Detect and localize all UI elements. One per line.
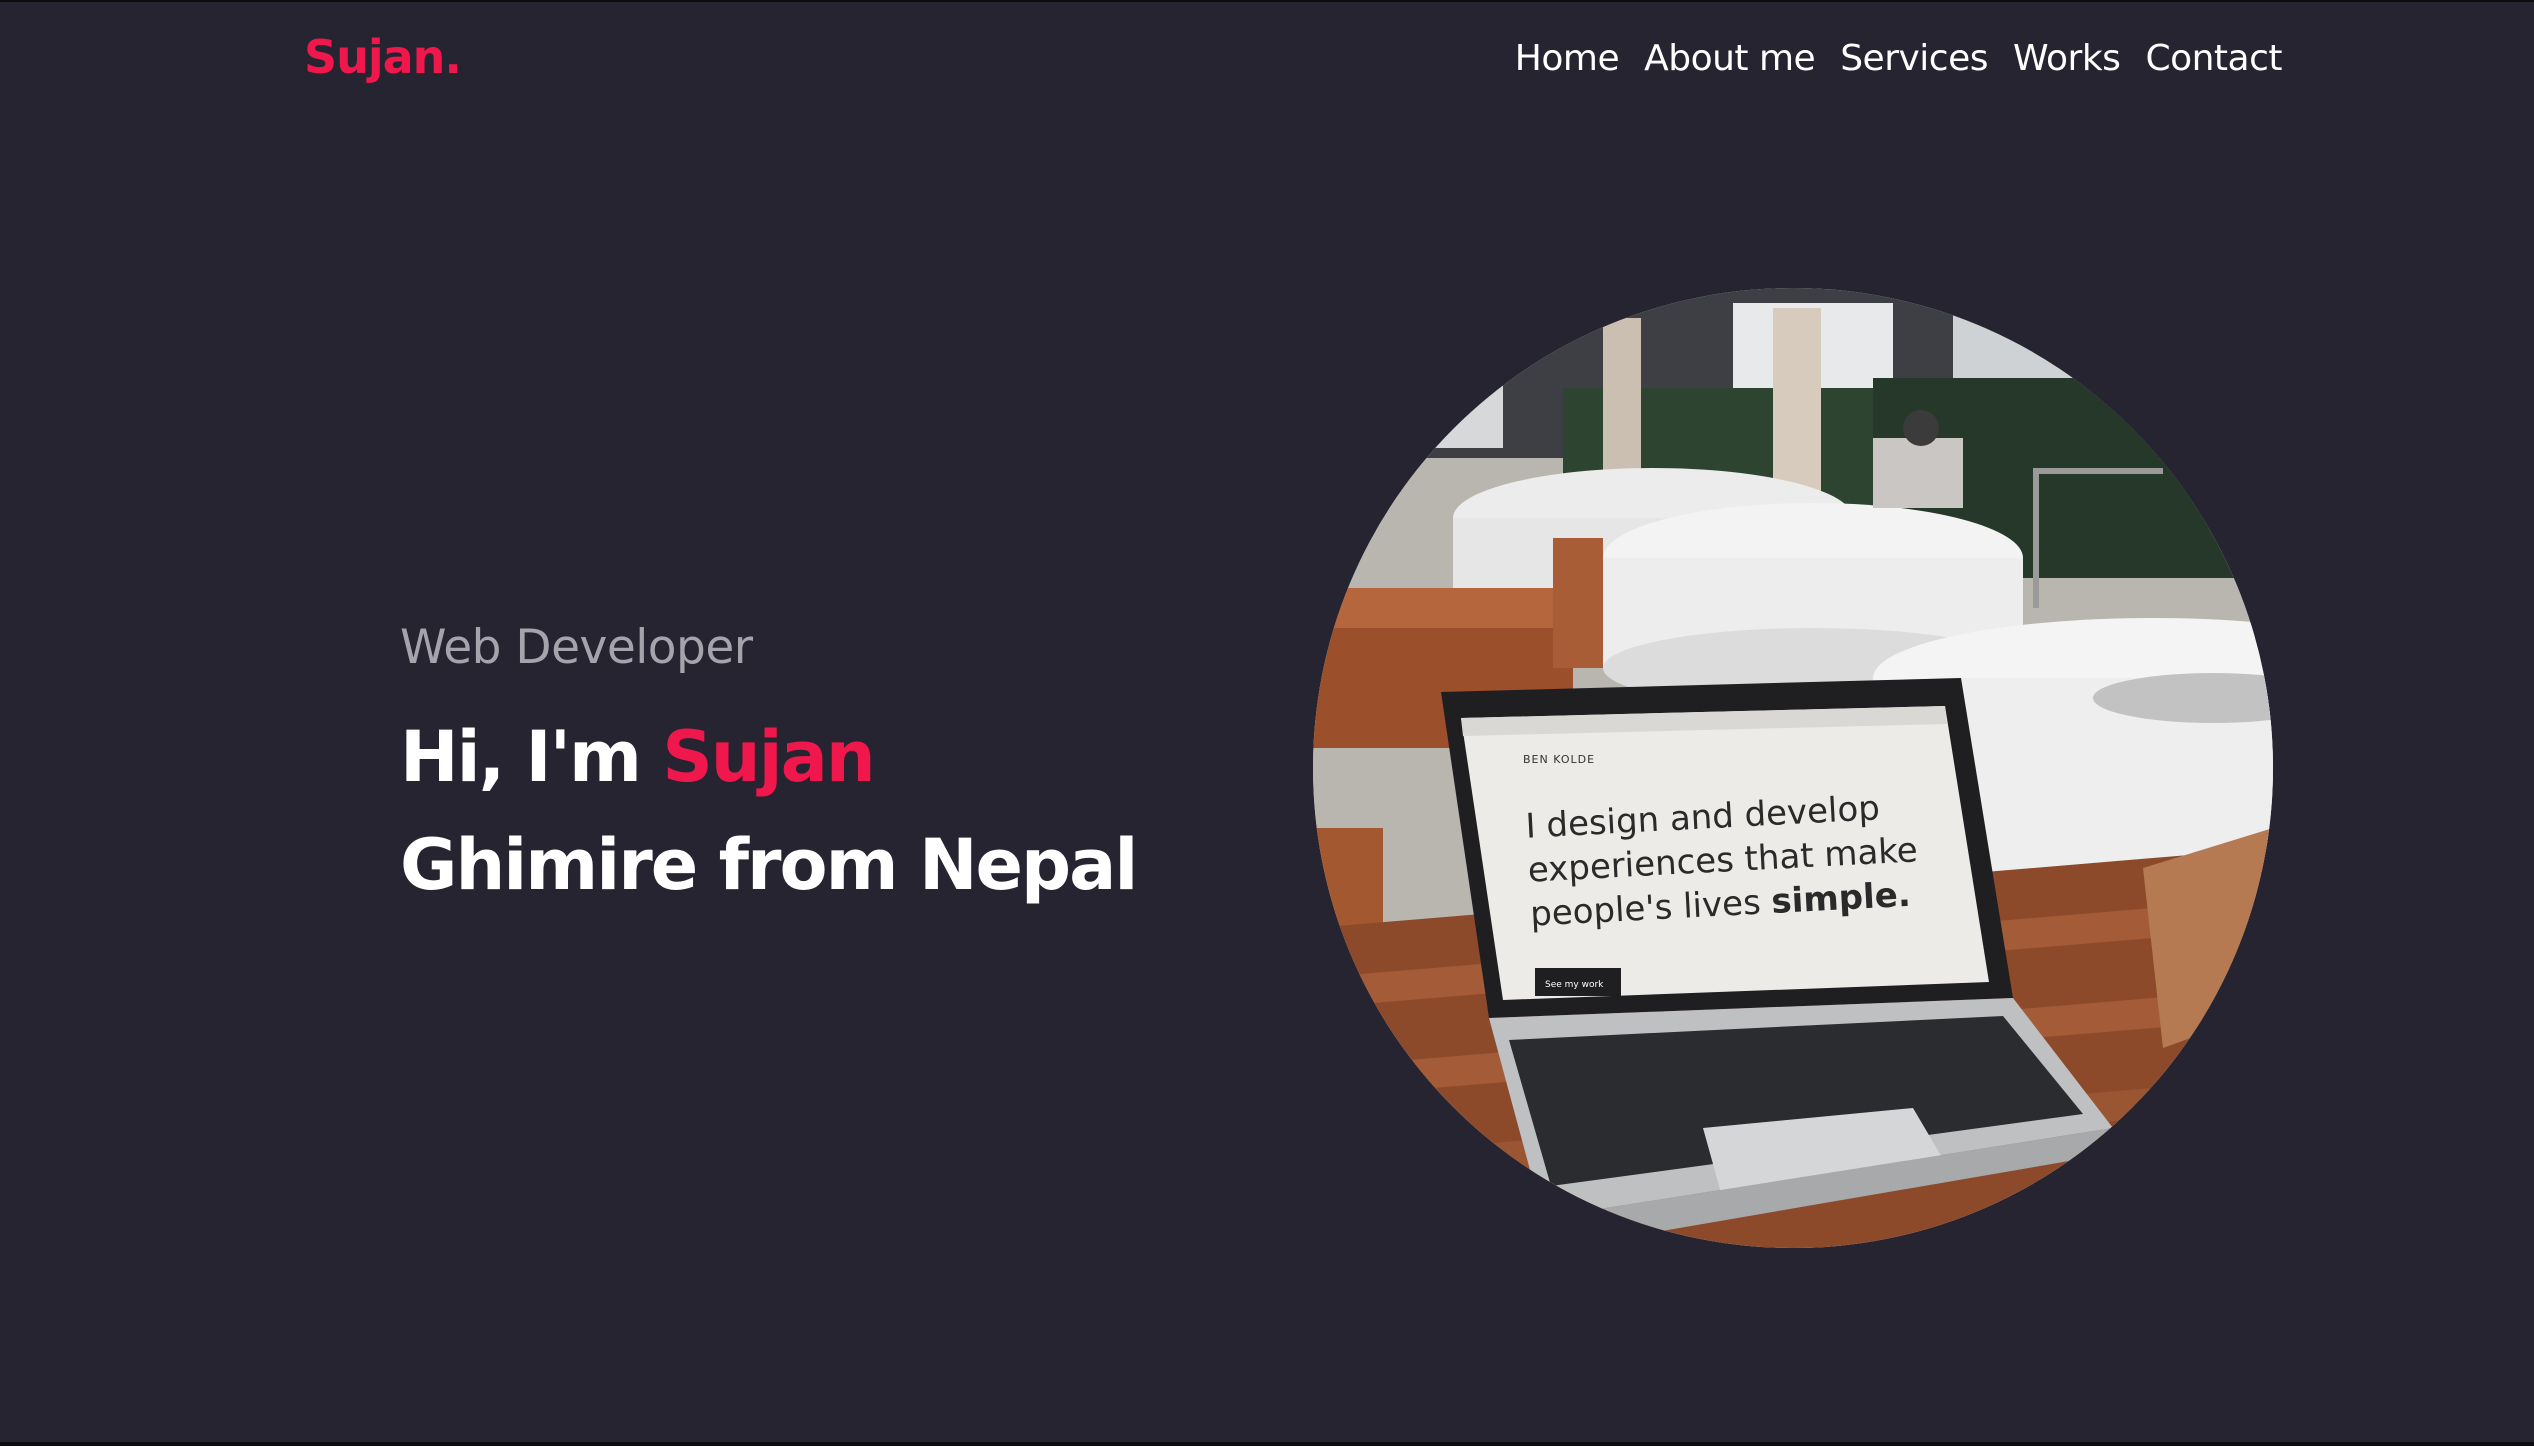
hero-headline: Hi, I'm Sujan Ghimire from Nepal: [400, 703, 1138, 919]
nav-about-me[interactable]: About me: [1644, 38, 1816, 79]
hero-text: Web Developer Hi, I'm Sujan Ghimire from…: [400, 620, 1138, 919]
page: Sujan. Home About me Services Works Cont…: [0, 2, 2534, 1442]
hero-line2: Ghimire from Nepal: [400, 824, 1138, 906]
hero-role: Web Developer: [400, 620, 753, 675]
laptop-line3-bold: simple.: [1770, 875, 1911, 922]
hero-greeting: Hi, I'm: [400, 716, 642, 798]
nav-home[interactable]: Home: [1515, 38, 1620, 79]
nav-works[interactable]: Works: [2013, 38, 2121, 79]
nav-services[interactable]: Services: [1840, 38, 1988, 79]
hero-photo: BEN KOLDE I design and develop experienc…: [1313, 288, 2273, 1248]
laptop-brand: BEN KOLDE: [1523, 753, 1595, 766]
main-nav: Home About me Services Works Contact: [1515, 38, 2283, 79]
hero-name-highlight: Sujan: [662, 716, 875, 798]
nav-contact[interactable]: Contact: [2145, 38, 2282, 79]
site-logo[interactable]: Sujan.: [304, 30, 462, 84]
laptop-cta: See my work: [1545, 980, 1604, 990]
